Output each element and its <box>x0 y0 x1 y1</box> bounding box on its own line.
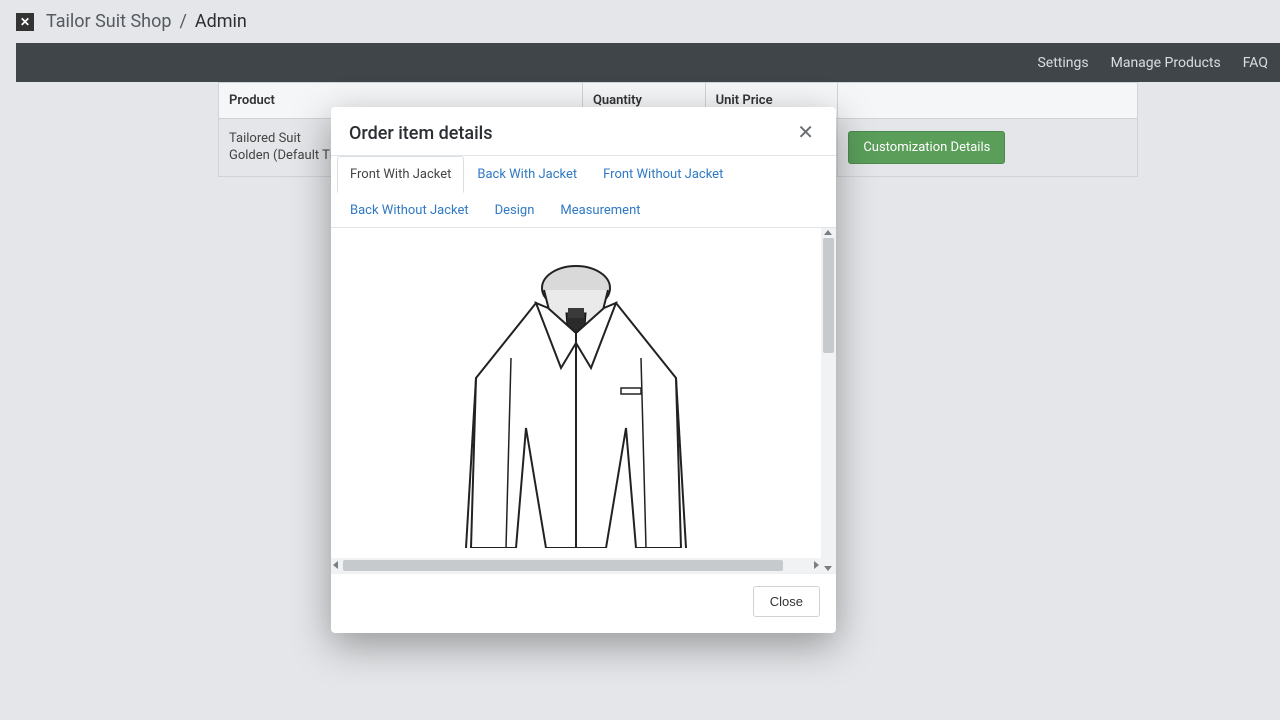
horizontal-scroll-thumb[interactable] <box>343 560 783 571</box>
modal-close-button[interactable]: Close <box>753 586 820 617</box>
modal-tabs: Front With Jacket Back With Jacket Front… <box>337 156 830 227</box>
modal-close-x-button[interactable]: ✕ <box>793 121 818 145</box>
suit-front-jacket-icon <box>416 258 736 548</box>
preview-scroll-area <box>331 228 836 573</box>
modal-title: Order item details <box>349 123 493 144</box>
horizontal-scrollbar[interactable] <box>331 558 821 573</box>
order-item-details-modal: Order item details ✕ Front With Jacket B… <box>331 107 836 633</box>
tab-front-without-jacket[interactable]: Front Without Jacket <box>590 156 736 193</box>
tab-back-without-jacket[interactable]: Back Without Jacket <box>337 192 482 228</box>
close-icon: ✕ <box>797 122 814 144</box>
tab-front-with-jacket[interactable]: Front With Jacket <box>337 156 464 193</box>
vertical-scroll-thumb[interactable] <box>823 238 834 353</box>
tab-back-with-jacket[interactable]: Back With Jacket <box>464 156 590 193</box>
vertical-scrollbar[interactable] <box>821 228 836 573</box>
tab-design[interactable]: Design <box>482 192 548 228</box>
suit-preview <box>331 228 821 558</box>
tab-measurement[interactable]: Measurement <box>547 192 653 228</box>
